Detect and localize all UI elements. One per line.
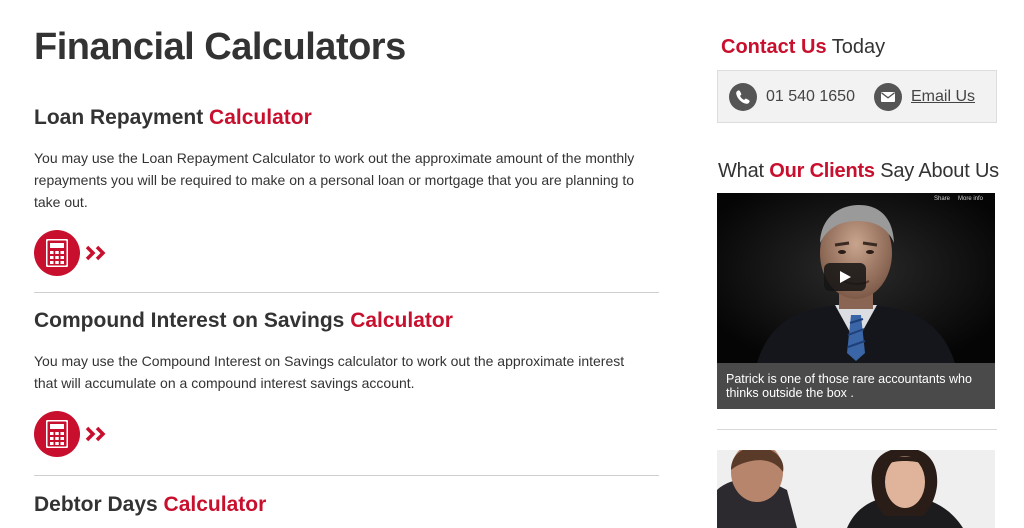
section-divider <box>34 475 659 476</box>
calculator-description: You may use the Loan Repayment Calculato… <box>34 150 635 210</box>
calculator-accent: Calculator <box>209 106 312 129</box>
video-share-button[interactable]: Share <box>934 196 950 202</box>
calculator-section-debtor-days: Debtor Days Calculator <box>34 493 660 517</box>
calculator-icon <box>34 230 80 276</box>
testimonial-photo[interactable] <box>717 450 995 528</box>
clients-title-pre: What <box>718 160 764 182</box>
calculator-section-loan: Loan Repayment Calculator You may use th… <box>34 106 660 276</box>
calculator-name: Debtor Days <box>34 493 158 516</box>
calculator-heading: Compound Interest on Savings Calculator <box>34 309 660 333</box>
phone-number: 01 540 1650 <box>766 88 855 105</box>
play-button[interactable] <box>824 263 866 291</box>
double-chevron-right-icon <box>85 426 109 442</box>
clients-title: What Our Clients Say About Us <box>718 160 999 183</box>
open-compound-interest-calculator-link[interactable] <box>34 411 114 457</box>
calculator-heading: Loan Repayment Calculator <box>34 106 660 130</box>
section-divider <box>34 292 659 293</box>
phone-contact: 01 540 1650 <box>729 83 855 111</box>
clients-title-rest: Say About Us <box>880 160 999 182</box>
phone-icon <box>729 83 757 111</box>
clients-title-accent: Our Clients <box>769 160 875 182</box>
calculator-description: You may use the Compound Interest on Sav… <box>34 353 625 391</box>
calculator-name: Loan Repayment <box>34 106 204 129</box>
contact-title-rest: Today <box>831 36 886 58</box>
photo-image <box>717 450 995 528</box>
play-icon <box>840 271 851 283</box>
sidebar-divider <box>717 429 997 430</box>
video-more-info-button[interactable]: More info <box>958 196 983 202</box>
calculator-heading: Debtor Days Calculator <box>34 493 660 517</box>
open-loan-calculator-link[interactable] <box>34 230 114 276</box>
calculator-icon <box>34 411 80 457</box>
testimonial-video[interactable]: Share More info Patrick is one of those … <box>717 193 995 409</box>
video-top-bar: Share More info <box>717 193 995 205</box>
calculator-section-compound-interest: Compound Interest on Savings Calculator … <box>34 309 660 457</box>
double-chevron-right-icon <box>85 245 109 261</box>
calculator-accent: Calculator <box>163 493 267 516</box>
video-caption: Patrick is one of those rare accountants… <box>717 363 995 409</box>
email-contact-link[interactable]: Email Us <box>874 83 975 111</box>
envelope-icon <box>874 83 902 111</box>
calculator-accent: Calculator <box>350 309 453 332</box>
contact-box: 01 540 1650 Email Us <box>717 70 997 123</box>
calculator-name: Compound Interest on Savings <box>34 309 345 332</box>
page-title: Financial Calculators <box>34 26 406 68</box>
contact-title-accent: Contact Us <box>721 36 827 58</box>
contact-title: Contact Us Today <box>721 36 885 59</box>
email-us-link[interactable]: Email Us <box>911 88 975 106</box>
